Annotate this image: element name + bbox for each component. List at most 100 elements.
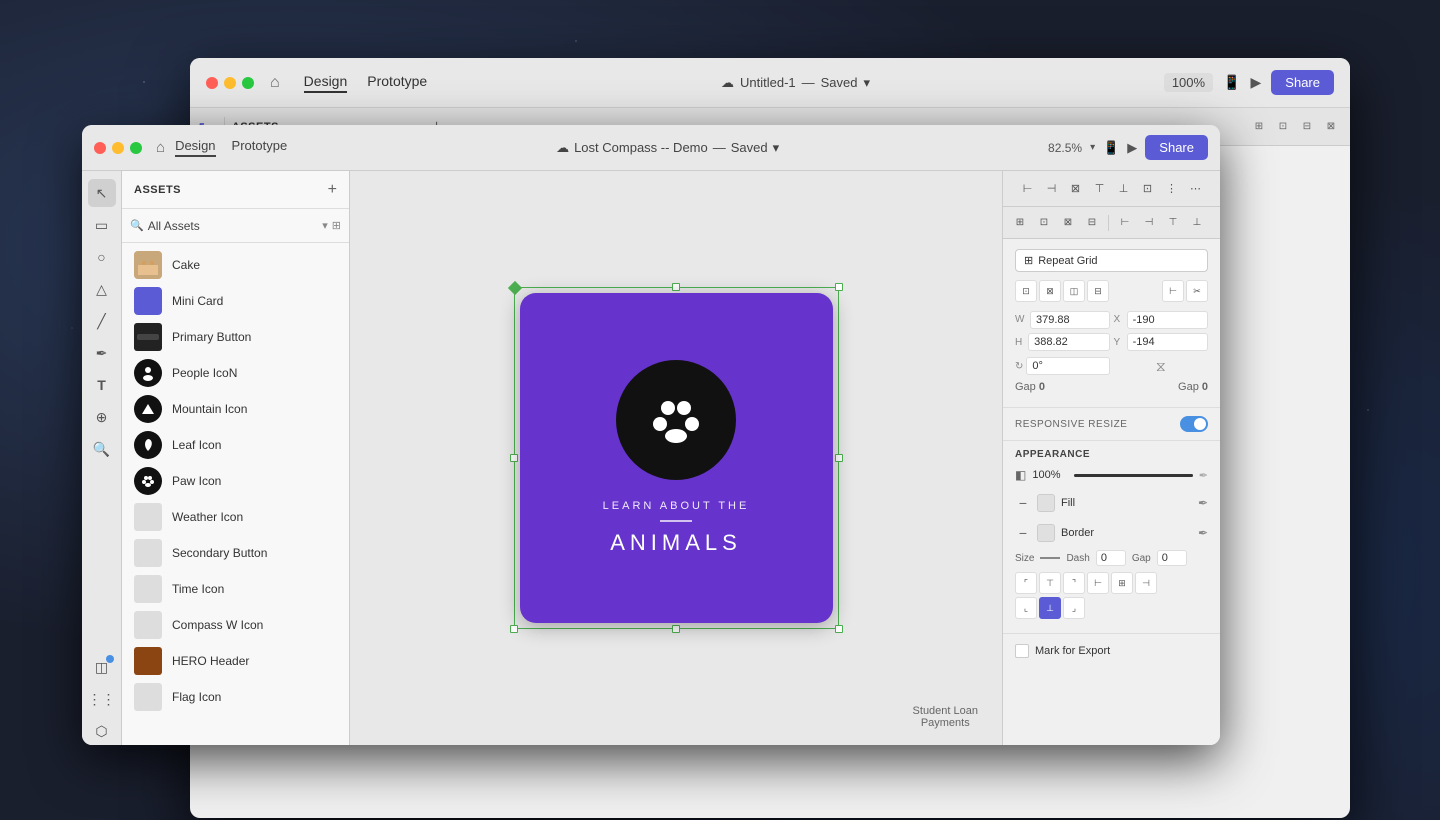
inner-home-icon[interactable]: ⌂ bbox=[156, 139, 165, 156]
fill-eyedropper[interactable]: ✒ bbox=[1198, 496, 1208, 510]
transform-icon-5[interactable]: ⊢ bbox=[1114, 212, 1136, 234]
outer-zoom[interactable]: 100% bbox=[1164, 73, 1213, 92]
clone-icon-3[interactable]: ◫ bbox=[1063, 280, 1085, 302]
assets-list[interactable]: Cake Mini Card Primary Button bbox=[122, 243, 349, 745]
list-item[interactable]: Paw Icon bbox=[122, 463, 349, 499]
opacity-bar[interactable] bbox=[1074, 474, 1192, 477]
align-left-icon[interactable]: ⊢ bbox=[1017, 178, 1039, 200]
list-item[interactable]: Secondary Button bbox=[122, 535, 349, 571]
clone-icon-1[interactable]: ⊡ bbox=[1015, 280, 1037, 302]
outer-share-button[interactable]: Share bbox=[1271, 70, 1334, 95]
height-input[interactable] bbox=[1028, 333, 1109, 351]
canvas-area[interactable]: LEARN ABOUT THE ANIMALS Student Loan Pay… bbox=[350, 171, 1002, 745]
rectangle-tool[interactable]: ▭ bbox=[88, 211, 116, 239]
align-center-h-icon[interactable]: ⊣ bbox=[1041, 178, 1063, 200]
distribute-h-icon[interactable]: ⋮ bbox=[1161, 178, 1183, 200]
list-item[interactable]: Flag Icon bbox=[122, 679, 349, 715]
grid-view-button[interactable]: ⊞ bbox=[332, 219, 341, 232]
list-item[interactable]: Time Icon bbox=[122, 571, 349, 607]
align-btn-br[interactable]: ⌟ bbox=[1063, 597, 1085, 619]
time-icon-btn[interactable]: ⊢ bbox=[1162, 280, 1184, 302]
outer-minimize-button[interactable] bbox=[224, 77, 236, 89]
align-middle-v-icon[interactable]: ⊥ bbox=[1113, 178, 1135, 200]
distribute-v-icon[interactable]: ⋯ bbox=[1185, 178, 1207, 200]
outer-device-icon[interactable]: 📱 bbox=[1223, 74, 1240, 91]
text-tool[interactable]: T bbox=[88, 371, 116, 399]
inner-play-icon[interactable]: ▶ bbox=[1127, 140, 1137, 156]
inner-zoom-text[interactable]: 82.5% bbox=[1048, 141, 1082, 155]
align-btn-bc[interactable]: ⊥ bbox=[1039, 597, 1061, 619]
eyedropper-opacity[interactable]: ✒ bbox=[1199, 469, 1208, 482]
outer-design-tab[interactable]: Design bbox=[304, 73, 348, 93]
align-btn-mr[interactable]: ⊣ bbox=[1135, 572, 1157, 594]
align-btn-tl[interactable]: ⌜ bbox=[1015, 572, 1037, 594]
pen-tool[interactable]: ✒ bbox=[88, 339, 116, 367]
transform-icon-8[interactable]: ⊥ bbox=[1186, 212, 1208, 234]
outer-align-icon-2[interactable]: ⊡ bbox=[1272, 116, 1294, 138]
dash-input[interactable] bbox=[1096, 550, 1126, 566]
list-item[interactable]: Primary Button bbox=[122, 319, 349, 355]
align-btn-tc[interactable]: ⊤ bbox=[1039, 572, 1061, 594]
inner-device-icon[interactable]: 📱 bbox=[1103, 140, 1119, 156]
list-item[interactable]: Cake bbox=[122, 247, 349, 283]
outer-prototype-tab[interactable]: Prototype bbox=[367, 73, 427, 93]
fill-minus-icon[interactable]: − bbox=[1015, 495, 1031, 511]
gap-border-input[interactable] bbox=[1157, 550, 1187, 566]
clone-icon-4[interactable]: ⊟ bbox=[1087, 280, 1109, 302]
outer-align-icon-4[interactable]: ⊠ bbox=[1320, 116, 1342, 138]
outer-align-icon-1[interactable]: ⊞ bbox=[1248, 116, 1270, 138]
fill-color-swatch[interactable] bbox=[1037, 494, 1055, 512]
triangle-tool[interactable]: △ bbox=[88, 275, 116, 303]
border-eyedropper[interactable]: ✒ bbox=[1198, 526, 1208, 540]
repeat-grid-button[interactable]: ⊞ Repeat Grid bbox=[1015, 249, 1208, 272]
outer-play-icon[interactable]: ▶ bbox=[1251, 74, 1262, 91]
plugins-icon[interactable]: ⬡ bbox=[88, 717, 116, 745]
assets-add-button[interactable]: + bbox=[328, 182, 337, 198]
inner-design-tab[interactable]: Design bbox=[175, 138, 215, 157]
outer-close-button[interactable] bbox=[206, 77, 218, 89]
export-checkbox[interactable] bbox=[1015, 644, 1029, 658]
width-input[interactable] bbox=[1030, 311, 1110, 329]
clone-icon-2[interactable]: ⊠ bbox=[1039, 280, 1061, 302]
list-item[interactable]: Mini Card bbox=[122, 283, 349, 319]
assets-panel-toggle[interactable]: ⋮⋮ bbox=[88, 685, 116, 713]
list-item[interactable]: Weather Icon bbox=[122, 499, 349, 535]
list-item[interactable]: People IcoN bbox=[122, 355, 349, 391]
transform-icon-2[interactable]: ⊡ bbox=[1033, 212, 1055, 234]
align-btn-tr[interactable]: ⌝ bbox=[1063, 572, 1085, 594]
list-item[interactable]: Mountain Icon bbox=[122, 391, 349, 427]
inner-share-button[interactable]: Share bbox=[1145, 135, 1208, 160]
transform-icon-7[interactable]: ⊤ bbox=[1162, 212, 1184, 234]
scissors-icon-btn[interactable]: ✂ bbox=[1186, 280, 1208, 302]
ellipse-tool[interactable]: ○ bbox=[88, 243, 116, 271]
layers-panel-toggle[interactable]: ◫ bbox=[88, 653, 116, 681]
align-btn-mc[interactable]: ⊞ bbox=[1111, 572, 1133, 594]
align-top-icon[interactable]: ⊤ bbox=[1089, 178, 1111, 200]
border-minus-icon[interactable]: − bbox=[1015, 525, 1031, 541]
line-tool[interactable]: ╱ bbox=[88, 307, 116, 335]
list-item[interactable]: Leaf Icon bbox=[122, 427, 349, 463]
rotation-input[interactable] bbox=[1026, 357, 1109, 375]
list-item[interactable]: Compass W Icon bbox=[122, 607, 349, 643]
list-view-button[interactable]: ▾ bbox=[322, 219, 328, 232]
design-card[interactable]: LEARN ABOUT THE ANIMALS bbox=[520, 293, 833, 623]
x-input[interactable] bbox=[1127, 311, 1208, 329]
align-bottom-icon[interactable]: ⊡ bbox=[1137, 178, 1159, 200]
align-btn-bl[interactable]: ⌞ bbox=[1015, 597, 1037, 619]
inner-prototype-tab[interactable]: Prototype bbox=[232, 138, 288, 157]
outer-maximize-button[interactable] bbox=[242, 77, 254, 89]
align-btn-ml[interactable]: ⊢ bbox=[1087, 572, 1109, 594]
transform-icon-6[interactable]: ⊣ bbox=[1138, 212, 1160, 234]
align-right-icon[interactable]: ⊠ bbox=[1065, 178, 1087, 200]
border-color-swatch[interactable] bbox=[1037, 524, 1055, 542]
list-item[interactable]: HERO Header bbox=[122, 643, 349, 679]
inner-minimize-button[interactable] bbox=[112, 142, 124, 154]
inner-chevron-zoom[interactable]: ▾ bbox=[1090, 142, 1095, 153]
inner-maximize-button[interactable] bbox=[130, 142, 142, 154]
outer-align-icon-3[interactable]: ⊟ bbox=[1296, 116, 1318, 138]
outer-home-icon[interactable]: ⌂ bbox=[270, 74, 280, 92]
select-tool[interactable]: ↖ bbox=[88, 179, 116, 207]
responsive-resize-toggle[interactable] bbox=[1180, 416, 1208, 432]
y-input[interactable] bbox=[1127, 333, 1208, 351]
transform-icon-1[interactable]: ⊞ bbox=[1009, 212, 1031, 234]
